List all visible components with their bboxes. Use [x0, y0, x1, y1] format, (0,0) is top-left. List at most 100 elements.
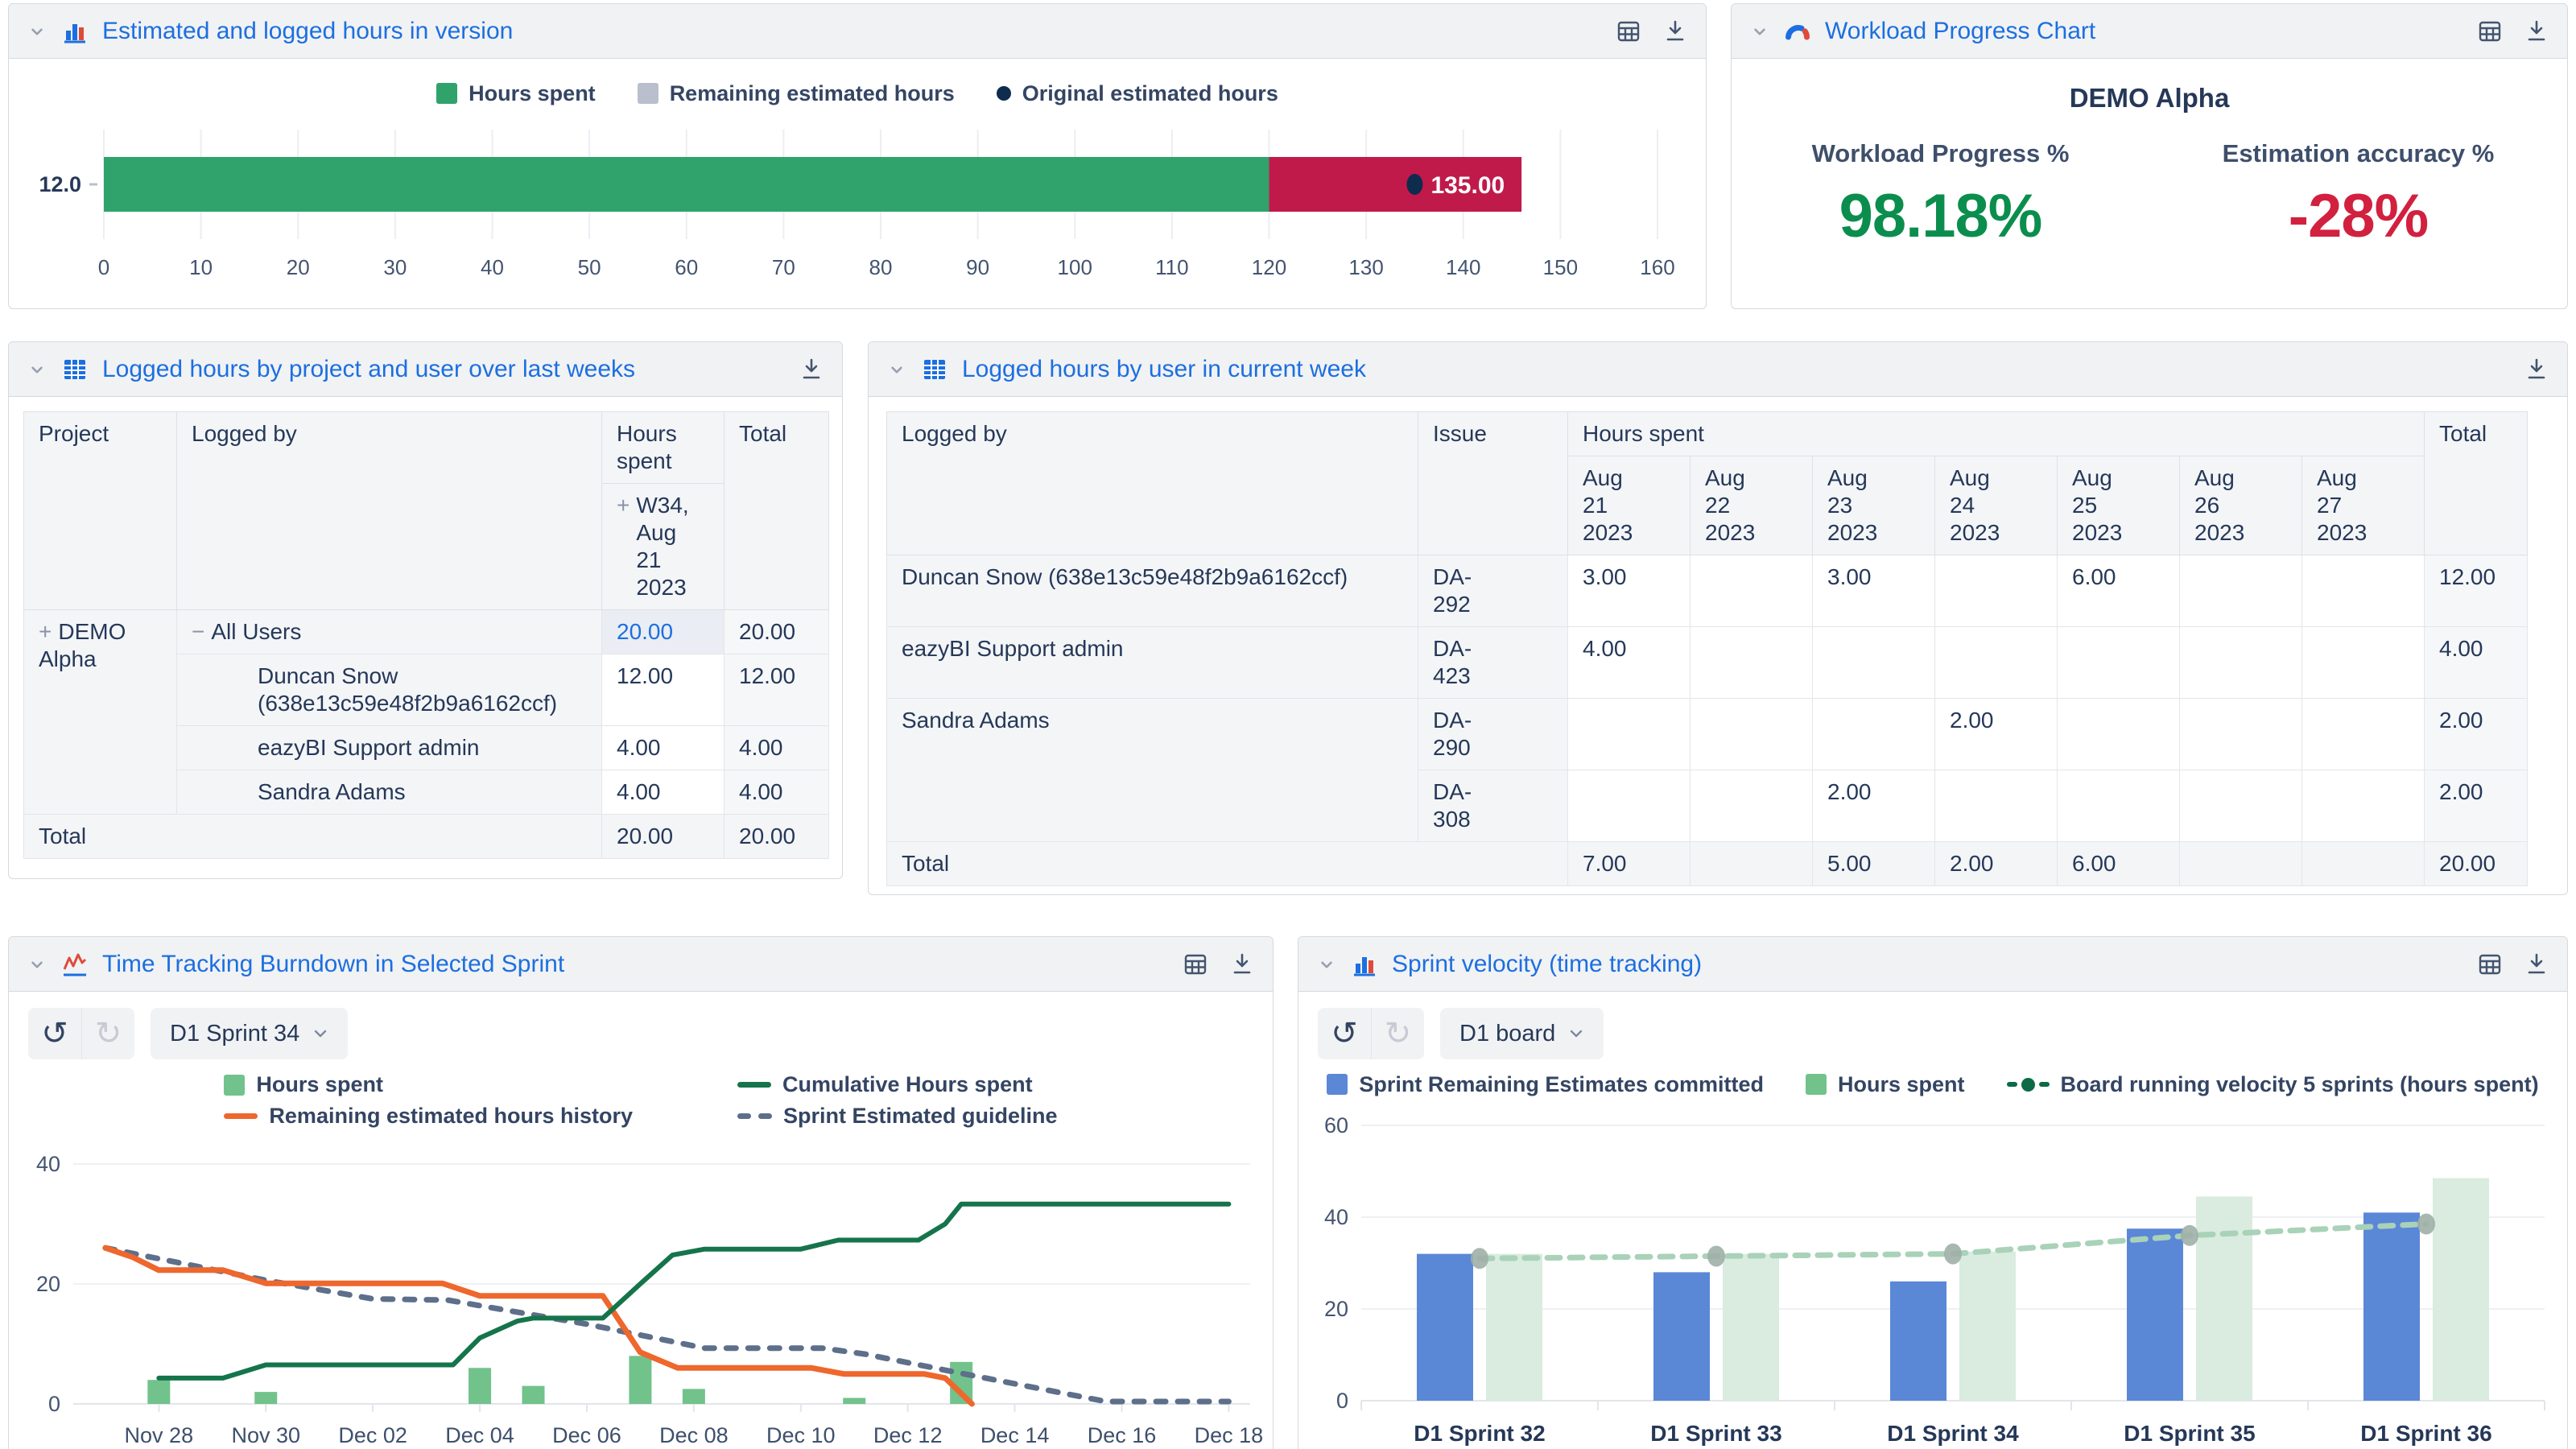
col-header-day[interactable]: Aug 22 2023	[1690, 456, 1813, 555]
issue-cell[interactable]: DA-290	[1418, 698, 1568, 770]
x-tick-label: 50	[578, 255, 601, 279]
sprint-remaining-estimates-committed-bar[interactable]	[2363, 1212, 2420, 1401]
col-header-day[interactable]: Aug 26 2023	[2179, 456, 2302, 555]
hours-spent-bar[interactable]	[104, 157, 1269, 212]
col-header-issue[interactable]: Issue	[1418, 411, 1568, 555]
col-header-day[interactable]: Aug 25 2023	[2057, 456, 2180, 555]
hours-value-link[interactable]: 20.00	[617, 619, 673, 644]
table-total-row: Total 7.00 5.00 2.00 6.00 20.00	[886, 841, 2528, 886]
x-category-label: D1 Sprint 33	[1650, 1421, 1781, 1446]
col-header-day[interactable]: Aug 27 2023	[2301, 456, 2425, 555]
issue-key[interactable]: DA-308	[1433, 778, 1484, 833]
hours-spent-bar[interactable]	[522, 1385, 545, 1404]
expand-icon[interactable]: +	[617, 492, 630, 601]
user-cell: Duncan Snow (638e13c59e48f2b9a6162ccf)	[176, 654, 602, 726]
sprint-remaining-estimates-committed-bar[interactable]	[2127, 1228, 2183, 1401]
panel-title[interactable]: Estimated and logged hours in version	[102, 18, 513, 45]
user-cell[interactable]: − All Users	[176, 609, 602, 654]
velocity-point-marker[interactable]	[1707, 1245, 1725, 1267]
collapse-chevron-icon[interactable]	[886, 359, 907, 380]
table-view-icon[interactable]	[2477, 952, 2503, 977]
collapse-chevron-icon[interactable]	[27, 954, 47, 975]
download-icon[interactable]	[2524, 19, 2549, 44]
collapse-chevron-icon[interactable]	[1316, 954, 1337, 975]
x-tick-label: 10	[189, 255, 213, 279]
collapse-chevron-icon[interactable]	[1749, 21, 1770, 42]
x-tick-label: Dec 12	[873, 1423, 943, 1447]
collapse-chevron-icon[interactable]	[27, 359, 47, 380]
download-icon[interactable]	[1229, 952, 1255, 977]
hours-spent-bar[interactable]	[1723, 1253, 1779, 1401]
expand-icon[interactable]: +	[39, 619, 52, 644]
issue-cell[interactable]: DA-423	[1418, 626, 1568, 699]
project-cell[interactable]: + DEMO Alpha	[23, 609, 177, 815]
issue-key[interactable]: DA-290	[1433, 707, 1484, 762]
issue-cell[interactable]: DA-292	[1418, 555, 1568, 627]
sprint-remaining-estimates-committed-bar[interactable]	[1417, 1253, 1473, 1401]
issue-key[interactable]: DA-423	[1433, 635, 1484, 690]
x-tick-label: Nov 30	[231, 1423, 300, 1447]
hours-spent-bar[interactable]	[469, 1368, 492, 1404]
hours-spent-bar[interactable]	[682, 1389, 705, 1404]
legend-item: Hours spent	[224, 1072, 633, 1097]
col-header-logged-by[interactable]: Logged by	[176, 411, 602, 610]
panel-title[interactable]: Sprint velocity (time tracking)	[1392, 951, 1702, 978]
hours-spent-bar[interactable]	[2196, 1196, 2252, 1401]
download-icon[interactable]	[799, 357, 824, 382]
col-header-day[interactable]: Aug 24 2023	[1934, 456, 2058, 555]
remaining-estimated-hours-history-line[interactable]	[102, 1245, 975, 1407]
table-view-icon[interactable]	[1183, 952, 1208, 977]
hours-spent-bar[interactable]	[629, 1356, 652, 1404]
col-header-week[interactable]: + W34, Aug 21 2023	[601, 483, 724, 610]
velocity-point-marker[interactable]	[1944, 1243, 1962, 1265]
redo-button[interactable]: ↻	[1371, 1008, 1424, 1059]
velocity-point-marker[interactable]	[1471, 1248, 1488, 1269]
issue-key[interactable]: DA-292	[1433, 564, 1484, 618]
hours-spent-bar[interactable]	[1959, 1251, 2016, 1401]
undo-button[interactable]: ↺	[1318, 1008, 1371, 1059]
col-header-day[interactable]: Aug 23 2023	[1812, 456, 1935, 555]
sprint-remaining-estimates-committed-bar[interactable]	[1890, 1281, 1946, 1401]
download-icon[interactable]	[2524, 357, 2549, 382]
table-icon	[920, 355, 949, 384]
sprint-select-dropdown[interactable]: D1 Sprint 34	[151, 1008, 349, 1059]
panel-title[interactable]: Logged hours by project and user over la…	[102, 356, 635, 383]
col-header-project[interactable]: Project	[23, 411, 177, 610]
download-icon[interactable]	[2524, 952, 2549, 977]
col-header-day[interactable]: Aug 21 2023	[1567, 456, 1690, 555]
table-view-icon[interactable]	[1616, 19, 1641, 44]
issue-cell[interactable]: DA-308	[1418, 770, 1568, 842]
panel-title[interactable]: Time Tracking Burndown in Selected Sprin…	[102, 951, 564, 978]
collapse-icon[interactable]: −	[192, 619, 204, 644]
gauge-icon	[1783, 17, 1812, 46]
sprint-remaining-estimates-committed-bar[interactable]	[1653, 1272, 1710, 1401]
panel-workload-progress: Workload Progress Chart DEMO Alpha Workl…	[1731, 3, 2568, 309]
undo-button[interactable]: ↺	[28, 1008, 81, 1059]
guideline-swatch	[737, 1113, 773, 1119]
board-select-dropdown[interactable]: D1 board	[1440, 1008, 1604, 1059]
panel-title[interactable]: Logged hours by user in current week	[962, 356, 1366, 383]
redo-button[interactable]: ↻	[81, 1008, 134, 1059]
table-view-icon[interactable]	[2477, 19, 2503, 44]
col-header-total[interactable]: Total	[2424, 411, 2528, 555]
sprint-estimated-guideline-line[interactable]	[102, 1245, 1232, 1405]
col-header-hours-spent[interactable]: Hours spent	[1567, 411, 2425, 456]
collapse-chevron-icon[interactable]	[27, 21, 47, 42]
velocity-point-marker[interactable]	[2417, 1213, 2435, 1235]
hours-cell[interactable]: 20.00	[601, 609, 724, 654]
hours-spent-bar[interactable]	[843, 1397, 866, 1404]
hours-spent-bar[interactable]	[147, 1380, 171, 1404]
hours-spent-bar[interactable]	[2433, 1178, 2489, 1401]
x-tick-label: 130	[1348, 255, 1383, 279]
hours-cell	[2179, 555, 2302, 627]
col-header-hours-spent[interactable]: Hours spent	[601, 411, 724, 484]
x-tick-label: 80	[869, 255, 893, 279]
hours-spent-bar[interactable]	[1486, 1253, 1542, 1401]
original-estimated-hours-marker[interactable]	[1406, 174, 1423, 195]
hours-spent-bar[interactable]	[254, 1392, 278, 1404]
panel-title[interactable]: Workload Progress Chart	[1825, 18, 2095, 45]
download-icon[interactable]	[1662, 19, 1688, 44]
col-header-total[interactable]: Total	[724, 411, 829, 610]
velocity-point-marker[interactable]	[2181, 1224, 2198, 1246]
col-header-logged-by[interactable]: Logged by	[886, 411, 1418, 555]
